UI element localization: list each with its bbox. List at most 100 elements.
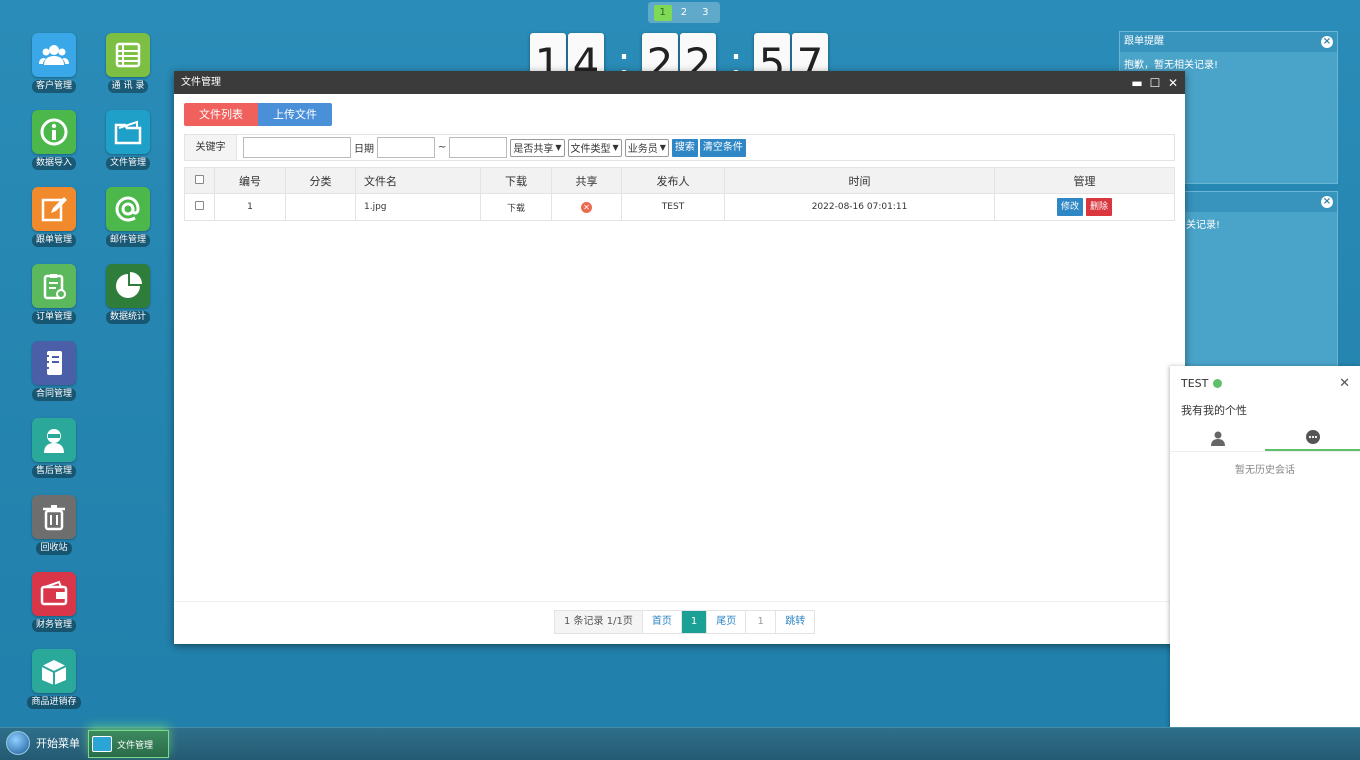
keyword-label: 关键字 (185, 135, 237, 160)
desktop-icon-label: 通 讯 录 (107, 80, 149, 93)
list-icon (106, 33, 150, 77)
search-button[interactable]: 搜索 (671, 138, 698, 157)
delete-button[interactable]: 删除 (1085, 198, 1112, 216)
tab-file-list[interactable]: 文件列表 (184, 103, 258, 126)
desktop-icon-orders[interactable]: 订单管理 (24, 264, 84, 324)
taskbar-item-file-manager[interactable]: 文件管理 (88, 730, 169, 758)
desktop-icon-label: 售后管理 (31, 465, 76, 478)
notebook-icon (32, 341, 76, 385)
clipboard-icon (32, 264, 76, 308)
empty-history-text: 暂无历史会话 (1235, 465, 1295, 476)
window-title: 文件管理 (181, 77, 221, 88)
close-icon[interactable]: ✕ (1339, 376, 1350, 391)
row-select-cell (184, 193, 215, 221)
taskbar: 开始菜单 文件管理 (0, 727, 1360, 760)
chevron-down-icon: ▼ (612, 143, 619, 152)
not-shared-icon: ✕ (581, 201, 592, 213)
notice-header: 跟单提醒 × (1120, 32, 1337, 52)
desktop-icon-aftersale[interactable]: 售后管理 (24, 418, 84, 478)
start-menu-button[interactable]: 开始菜单 (6, 731, 80, 755)
window-titlebar[interactable]: 文件管理 ▬ ☐ ✕ (174, 71, 1185, 94)
chat-user: TEST (1181, 377, 1223, 390)
file-manager-window: 文件管理 ▬ ☐ ✕ 文件列表 上传文件 关键字 日期 ~ 是否共享 ▼ 文件类型… (174, 71, 1185, 644)
support-icon (32, 418, 76, 462)
desktop-icon-finance[interactable]: 财务管理 (24, 572, 84, 632)
keyword-input[interactable] (243, 137, 351, 158)
desktop-icon-contacts[interactable]: 通 讯 录 (98, 33, 158, 93)
chat-tabs (1170, 424, 1360, 452)
tab-conversations[interactable] (1265, 424, 1360, 451)
last-page-button[interactable]: 尾页 (707, 611, 747, 633)
chat-signature: 我有我的个性 (1181, 404, 1247, 417)
filter-bar: 关键字 日期 ~ 是否共享 ▼ 文件类型 ▼ 业务员 ▼ 搜索 清空条件 (184, 134, 1175, 161)
cell-category (285, 193, 356, 221)
desktop-icon-stock[interactable]: 商品进销存 (24, 649, 84, 709)
col-category: 分类 (285, 167, 356, 194)
users-icon (32, 33, 76, 77)
cell-publisher: TEST (621, 193, 725, 221)
chevron-down-icon: ▼ (659, 143, 666, 152)
box-icon (32, 649, 76, 693)
desktop-page-3[interactable]: 3 (696, 5, 714, 21)
staff-select-value: 业务员 (627, 144, 658, 155)
maximize-icon[interactable]: ☐ (1149, 77, 1161, 89)
staff-select[interactable]: 业务员 ▼ (624, 138, 669, 157)
desktop-icon-import[interactable]: 数据导入 (24, 110, 84, 170)
date-separator: ~ (438, 142, 447, 153)
desktop-icon-label: 数据导入 (31, 157, 76, 170)
desktop-icon-follow[interactable]: 跟单管理 (24, 187, 84, 247)
desktop-icon-label: 订单管理 (31, 311, 76, 324)
chat-bubble-icon (1305, 429, 1320, 444)
desktop-page-1[interactable]: 1 (653, 4, 672, 21)
desktop-icon-contract[interactable]: 合同管理 (24, 341, 84, 401)
desktop-icon-label: 邮件管理 (105, 234, 150, 247)
date-end-input[interactable] (449, 137, 508, 158)
close-icon[interactable]: × (1321, 36, 1333, 48)
cell-shared: ✕ (551, 193, 622, 221)
jump-button[interactable]: 跳转 (776, 611, 814, 633)
tab-upload-file[interactable]: 上传文件 (258, 103, 332, 126)
clear-conditions-button[interactable]: 清空条件 (699, 138, 746, 157)
desktop-icon-label: 文件管理 (105, 157, 150, 170)
trash-icon (32, 495, 76, 539)
date-label: 日期 (354, 144, 374, 155)
edit-button[interactable]: 修改 (1057, 198, 1084, 216)
desktop-icon-stats[interactable]: 数据统计 (98, 264, 158, 324)
edit-icon (32, 187, 76, 231)
col-publisher: 发布人 (621, 167, 725, 194)
desktop-pager: 1 2 3 (648, 2, 720, 23)
online-status-icon (1213, 379, 1223, 388)
select-all-cell (184, 167, 215, 194)
folder-icon (92, 736, 112, 752)
row-checkbox[interactable] (195, 201, 204, 210)
col-id: 编号 (214, 167, 286, 194)
select-all-checkbox[interactable] (195, 175, 204, 184)
pagination-info: 1 条记录 1/1页 (555, 611, 643, 633)
chevron-down-icon: ▼ (555, 143, 562, 152)
close-icon[interactable]: × (1321, 196, 1333, 208)
desktop-icon-files[interactable]: 文件管理 (98, 110, 158, 170)
shared-select[interactable]: 是否共享 ▼ (510, 138, 565, 157)
minimize-icon[interactable]: ▬ (1131, 77, 1143, 89)
desktop-icon-recycle[interactable]: 回收站 (24, 495, 84, 555)
desktop-icon-mail[interactable]: 邮件管理 (98, 187, 158, 247)
table-header-row: 编号 分类 文件名 下载 共享 发布人 时间 管理 (184, 167, 1175, 194)
desktop-page-2[interactable]: 2 (675, 5, 693, 21)
jump-page-input[interactable]: 1 (746, 611, 777, 633)
desktop-icon-customer[interactable]: 客户管理 (24, 33, 84, 93)
current-page[interactable]: 1 (681, 611, 708, 633)
first-page-button[interactable]: 首页 (643, 611, 682, 633)
file-type-select[interactable]: 文件类型 ▼ (567, 138, 622, 157)
col-shared: 共享 (551, 167, 622, 194)
table-row: 1 1.jpg 下载 ✕ TEST 2022-08-16 07:01:11 修改… (184, 193, 1175, 221)
date-start-input[interactable] (377, 137, 435, 158)
desktop-icon-label: 数据统计 (105, 311, 150, 324)
folder-icon (106, 110, 150, 154)
file-type-select-value: 文件类型 (570, 144, 611, 155)
cell-filename: 1.jpg (355, 193, 481, 221)
cell-manage: 修改 删除 (994, 193, 1175, 221)
person-icon (1210, 431, 1225, 446)
download-link[interactable]: 下载 (480, 193, 552, 221)
tab-contacts[interactable] (1170, 424, 1265, 451)
close-icon[interactable]: ✕ (1167, 77, 1179, 89)
